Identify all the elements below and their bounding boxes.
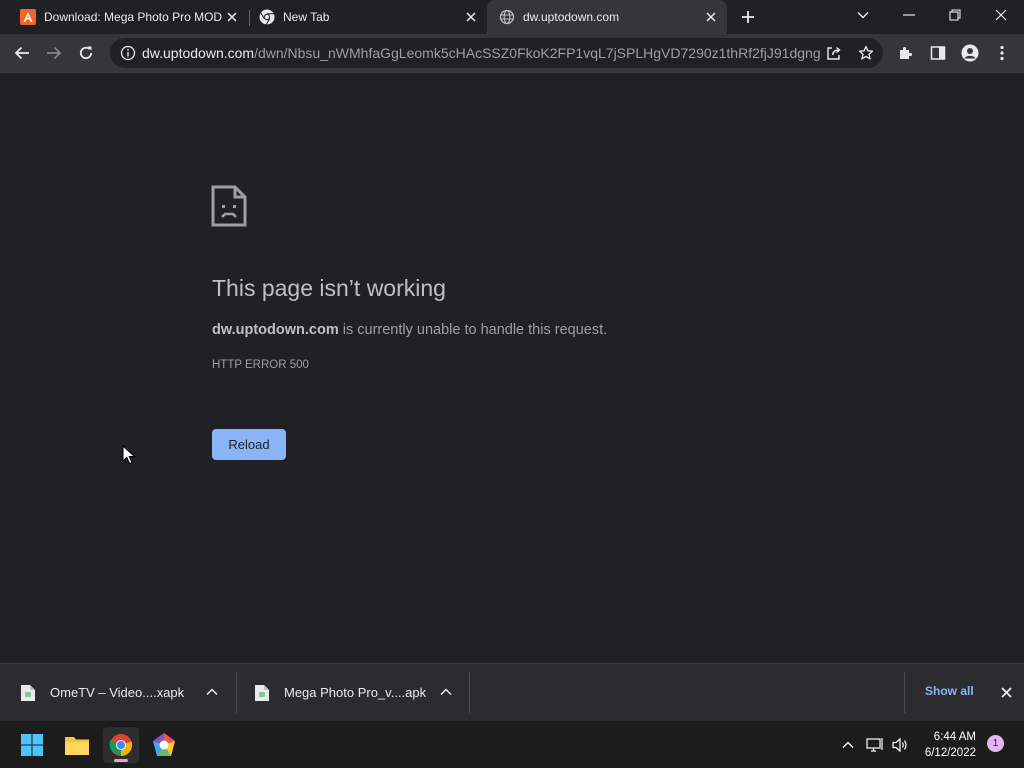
side-panel-button[interactable] [923, 38, 953, 68]
tab-title: Download: Mega Photo Pro MOD [44, 10, 222, 24]
minimize-button[interactable] [886, 0, 932, 30]
download-bar: OmeTV – Video....xapk Mega Photo Pro_v..… [0, 663, 1024, 720]
clock-time: 6:44 AM [933, 731, 976, 743]
error-title: This page isn’t working [212, 275, 446, 301]
profile-icon [961, 44, 979, 62]
browser-toolbar: dw.uptodown.com/dwn/Nbsu_nWMhfaGgLeomk5c… [0, 34, 1024, 72]
error-host: dw.uptodown.com [212, 322, 339, 338]
app-taskbar-button[interactable] [146, 727, 182, 763]
more-vert-icon [1000, 45, 1004, 61]
profile-button[interactable] [955, 38, 985, 68]
address-bar[interactable]: dw.uptodown.com/dwn/Nbsu_nWMhfaGgLeomk5c… [110, 38, 883, 68]
download-item[interactable]: Mega Photo Pro_v....apk [254, 664, 468, 721]
download-filename: Mega Photo Pro_v....apk [284, 685, 427, 700]
windows-start-icon [21, 734, 43, 756]
show-all-button[interactable]: Show all [925, 684, 974, 698]
screen: Download: Mega Photo Pro MOD New Tab dw.… [0, 0, 1024, 768]
restore-icon [949, 9, 961, 21]
download-separator [904, 672, 905, 713]
chevron-down-icon [857, 12, 869, 19]
forward-button[interactable] [39, 38, 69, 68]
info-icon[interactable] [120, 45, 136, 61]
clock-date: 6/12/2022 [924, 747, 976, 759]
side-panel-icon [930, 46, 946, 60]
mouse-cursor-icon [122, 444, 136, 470]
bookmark-star-icon[interactable] [858, 45, 874, 61]
chrome-icon [259, 9, 275, 25]
taskbar: 6:44 AM 6/12/2022 [0, 720, 1024, 768]
close-tab-icon[interactable] [461, 7, 481, 27]
close-tab-icon[interactable] [222, 7, 242, 27]
arrow-left-icon [14, 46, 29, 60]
download-item[interactable]: OmeTV – Video....xapk [20, 664, 236, 721]
download-separator [469, 672, 470, 713]
chrome-icon [109, 734, 133, 757]
plus-icon [742, 11, 754, 23]
folder-icon [65, 737, 89, 755]
restore-button[interactable] [932, 0, 978, 30]
error-code: HTTP ERROR 500 [212, 359, 309, 371]
page-content: This page isn’t working dw.uptodown.com … [0, 72, 1024, 663]
tab-strip: Download: Mega Photo Pro MOD New Tab dw.… [0, 0, 1024, 34]
globe-icon [499, 9, 515, 25]
sad-page-icon [211, 185, 247, 227]
tab-title: New Tab [283, 10, 330, 24]
tab-new-tab[interactable]: New Tab [247, 0, 487, 34]
file-icon [21, 684, 35, 701]
file-explorer-button[interactable] [59, 727, 95, 763]
file-icon [255, 684, 269, 701]
extensions-button[interactable] [891, 38, 921, 68]
back-button[interactable] [7, 38, 37, 68]
close-download-bar-icon[interactable] [997, 683, 1015, 701]
app-icon [153, 733, 175, 756]
url-host: dw.uptodown.com [142, 45, 255, 61]
close-window-button[interactable] [978, 0, 1024, 30]
url-text: dw.uptodown.com/dwn/Nbsu_nWMhfaGgLeomk5c… [142, 45, 822, 61]
tab-active[interactable]: dw.uptodown.com [487, 0, 727, 34]
close-icon [995, 9, 1007, 21]
download-separator [236, 672, 237, 713]
puzzle-icon [900, 47, 912, 59]
error-message: dw.uptodown.com is currently unable to h… [212, 322, 607, 338]
minimize-icon [903, 14, 915, 16]
error-message-text: is currently unable to handle this reque… [338, 322, 608, 338]
menu-button[interactable] [987, 38, 1017, 68]
chevron-up-icon[interactable] [204, 684, 220, 700]
chrome-taskbar-button[interactable] [103, 727, 139, 763]
url-path: /dwn/Nbsu_nWMhfaGgLeomk5cHAcSSZ0FkoK2FP1… [254, 45, 822, 61]
start-button[interactable] [14, 727, 50, 763]
uptodown-icon [20, 9, 36, 25]
show-hidden-icons-button[interactable] [838, 735, 858, 755]
arrow-right-icon [47, 46, 62, 60]
download-filename: OmeTV – Video....xapk [50, 685, 185, 700]
network-icon[interactable] [865, 735, 885, 755]
share-icon[interactable] [826, 45, 842, 61]
new-tab-button[interactable] [736, 5, 760, 29]
chevron-up-icon [842, 741, 854, 748]
active-app-indicator [114, 759, 128, 762]
tab-title: dw.uptodown.com [523, 10, 620, 24]
volume-icon[interactable] [890, 735, 910, 755]
notification-badge[interactable]: 1 [987, 735, 1004, 752]
tab-uptodown[interactable]: Download: Mega Photo Pro MOD [8, 0, 248, 34]
chevron-up-icon[interactable] [438, 684, 454, 700]
reload-button[interactable] [71, 38, 101, 68]
close-tab-icon[interactable] [701, 7, 721, 27]
clock[interactable]: 6:44 AM 6/12/2022 [916, 729, 976, 761]
reload-icon [79, 46, 93, 60]
tab-search-button[interactable] [840, 0, 886, 30]
reload-page-button[interactable]: Reload [212, 429, 286, 460]
